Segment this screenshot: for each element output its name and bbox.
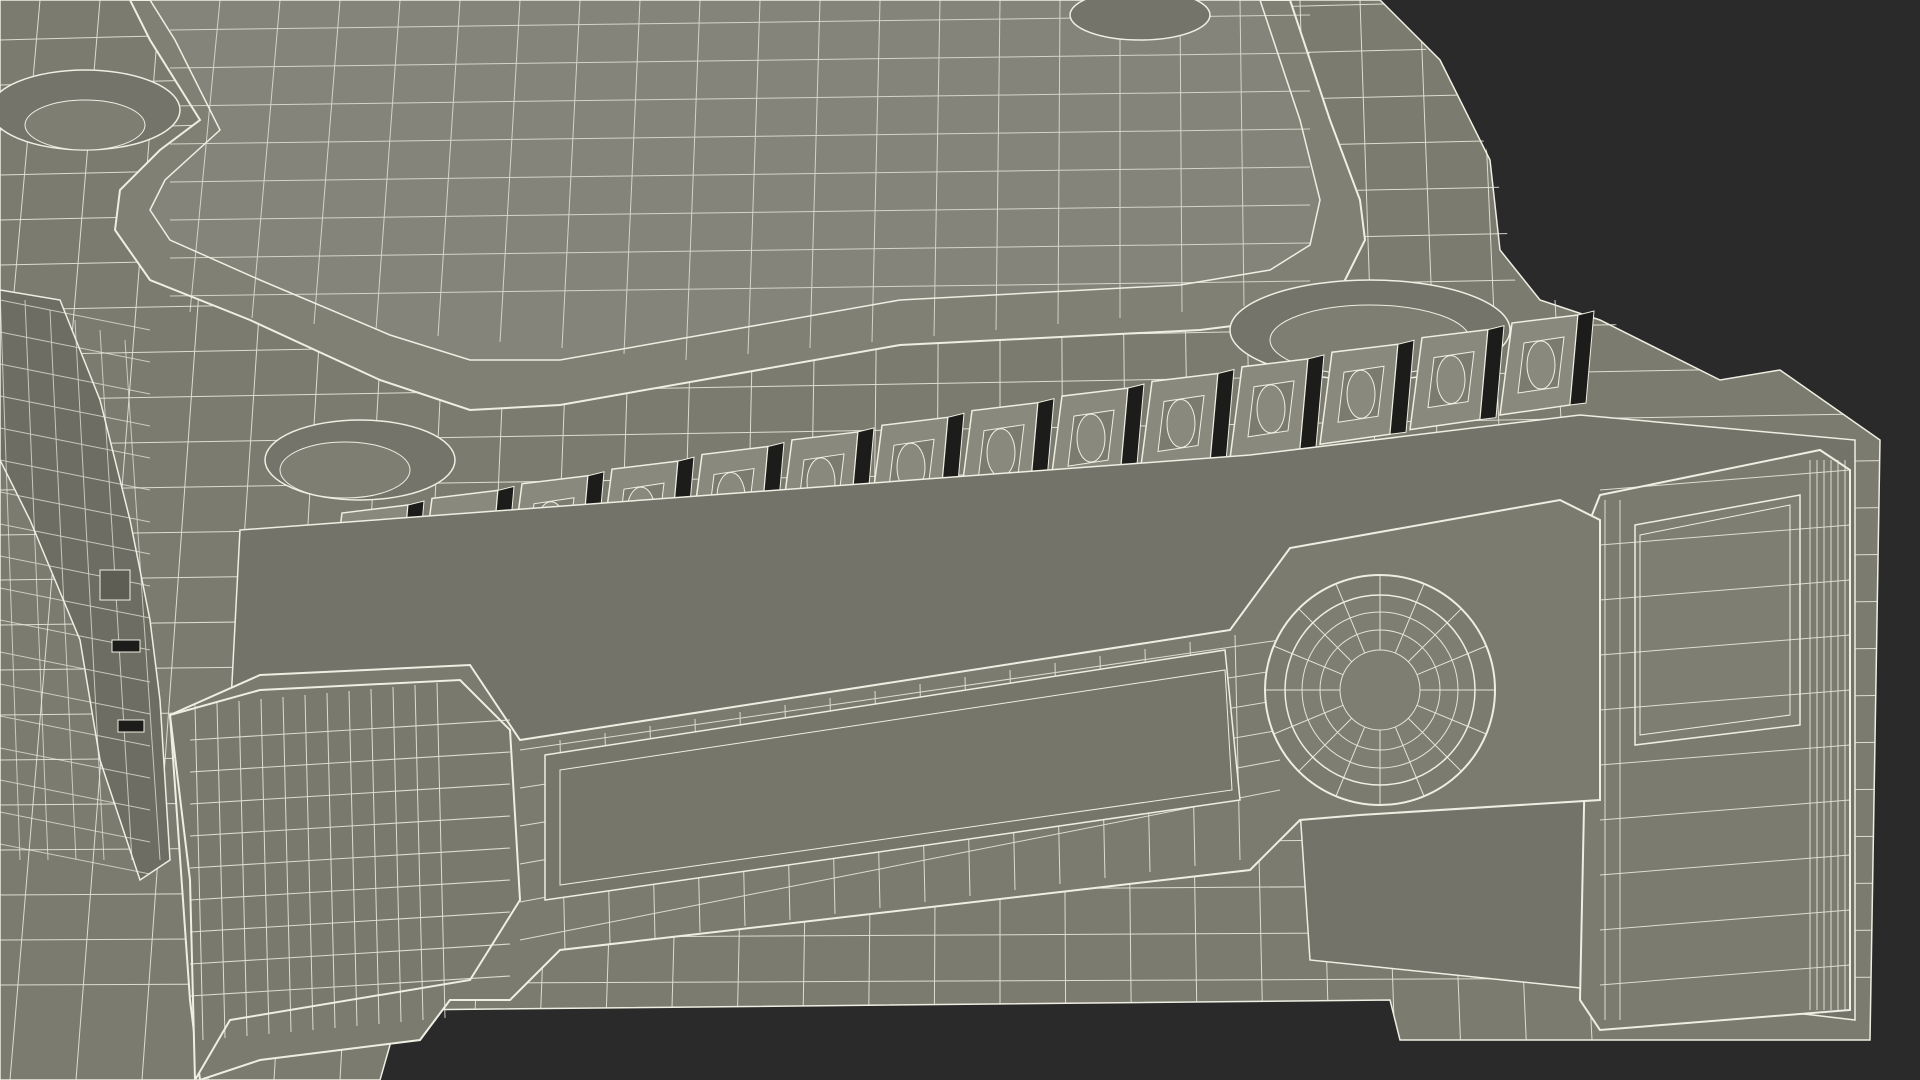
vent-fin xyxy=(1499,314,1579,416)
vent-fin xyxy=(1229,357,1309,460)
wireframe-render xyxy=(0,0,1881,1080)
viewport xyxy=(0,0,1920,1080)
latch-block xyxy=(1578,448,1851,1032)
vent-fin xyxy=(1319,343,1399,446)
screw-recess-top-left xyxy=(0,69,181,151)
release-button xyxy=(1264,574,1496,806)
vent-fin xyxy=(1409,328,1489,431)
screw-recess-mid-left xyxy=(264,419,456,501)
